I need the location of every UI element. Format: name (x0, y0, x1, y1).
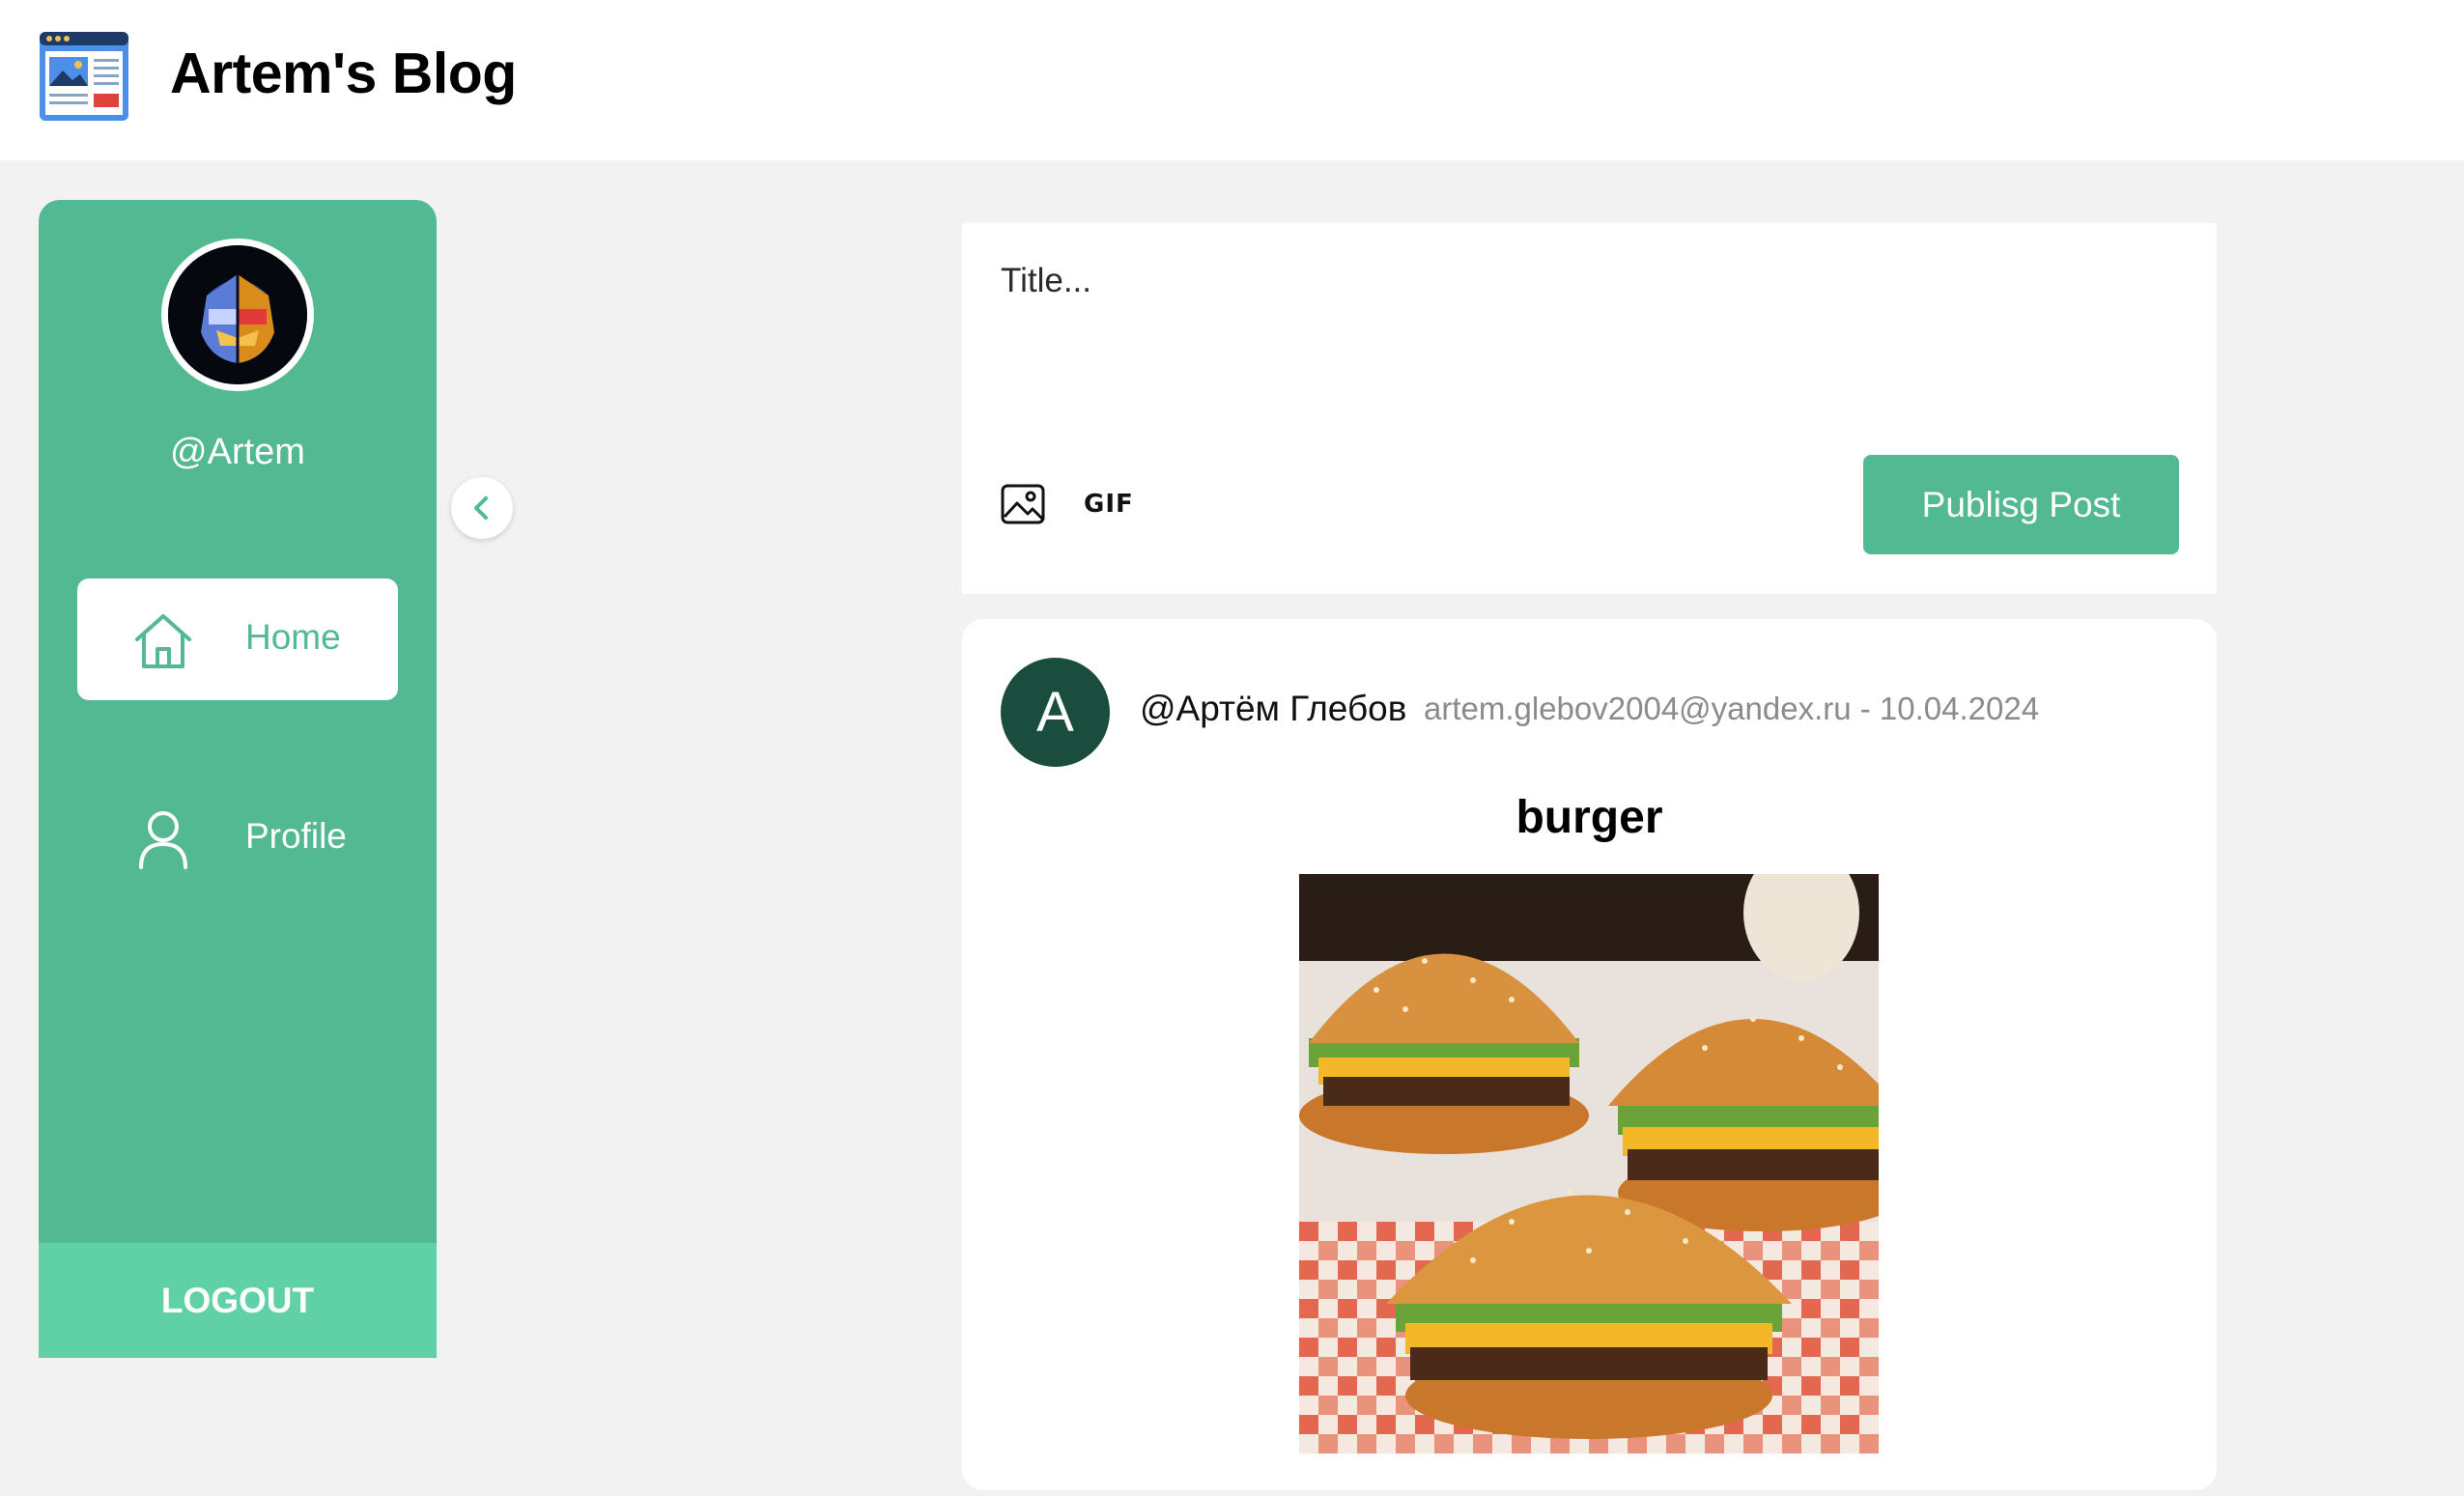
helmet-avatar-icon (168, 245, 307, 384)
app-title: Artem's Blog (170, 42, 517, 105)
sidebar-item-home[interactable]: Home (77, 579, 398, 700)
avatar[interactable] (161, 239, 314, 391)
burger-photo (1299, 874, 1879, 1454)
gif-icon[interactable]: GIF (1084, 490, 1134, 519)
home-icon (135, 614, 191, 668)
top-bar: Artem's Blog (0, 0, 2464, 160)
user-icon (139, 811, 187, 869)
post-card: A @Артём Глебов artem.glebov2004@yandex.… (962, 619, 2217, 1490)
sidebar-item-label: Profile (245, 816, 347, 856)
post-image[interactable] (1299, 874, 1879, 1454)
sidebar: @Artem Home Profile LOGOUT (39, 200, 513, 1358)
sidebar-item-profile[interactable]: Profile (77, 777, 398, 899)
sidebar-item-label: Home (245, 617, 341, 657)
logout-button[interactable]: LOGOUT (39, 1243, 437, 1358)
post-author-avatar[interactable]: A (1001, 658, 1110, 767)
publish-post-button[interactable]: Publisg Post (1863, 455, 2179, 554)
post-meta: artem.glebov2004@yandex.ru - 10.04.2024 (1424, 691, 2040, 726)
collapse-sidebar-button[interactable] (451, 477, 513, 539)
post-author[interactable]: @Артём Глебов (1140, 689, 1406, 729)
image-icon[interactable] (1001, 484, 1045, 524)
post-composer: GIF Publisg Post (962, 223, 2217, 594)
username: @Artem (170, 432, 305, 472)
chevron-left-icon (474, 496, 488, 520)
blog-window-icon (40, 32, 128, 121)
title-input[interactable] (1001, 262, 2063, 300)
post-title: burger (1515, 792, 1663, 843)
